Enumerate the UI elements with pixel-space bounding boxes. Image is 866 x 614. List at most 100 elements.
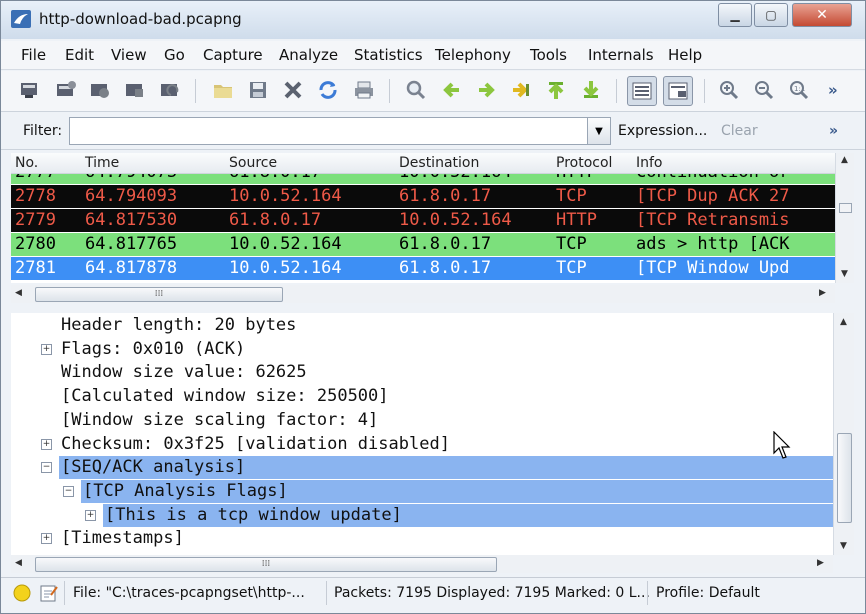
expand-icon[interactable]: + — [85, 509, 96, 521]
filter-overflow-icon[interactable]: » — [829, 123, 838, 139]
menu-edit[interactable]: Edit — [65, 46, 94, 64]
tree-item[interactable]: + Flags: 0x010 (ACK) — [11, 338, 833, 361]
minimize-button[interactable]: ▁ — [718, 3, 752, 27]
tree-item[interactable]: + Checksum: 0x3f25 [validation disabled] — [11, 433, 833, 456]
interface-list-icon[interactable] — [19, 79, 41, 101]
cell-info: [TCP Retransmis — [636, 210, 790, 230]
tree-item[interactable]: + [This is a tcp window update] — [11, 503, 833, 527]
menu-telephony[interactable]: Telephony — [435, 46, 511, 64]
maximize-button[interactable]: ▢ — [754, 3, 788, 27]
expand-icon[interactable]: + — [41, 533, 52, 545]
column-header-source[interactable]: Source — [229, 153, 277, 173]
status-separator — [647, 581, 648, 605]
capture-comment-icon[interactable] — [39, 583, 59, 603]
packet-row[interactable]: 2781 64.817878 10.0.52.164 61.8.0.17 TCP [TCP… — [11, 257, 835, 280]
go-first-packet-icon[interactable] — [545, 79, 567, 101]
reload-icon[interactable] — [317, 79, 339, 101]
collapse-icon[interactable]: − — [41, 462, 52, 474]
menu-analyze[interactable]: Analyze — [279, 46, 338, 64]
print-icon[interactable] — [353, 79, 375, 101]
maximize-icon: ▢ — [765, 8, 777, 22]
hscroll-thumb[interactable]: ⁞⁞⁞ — [35, 557, 497, 572]
packet-row[interactable]: 2780 64.817765 10.0.52.164 61.8.0.17 TCP ads … — [11, 233, 835, 256]
expand-icon[interactable]: + — [41, 438, 52, 450]
go-forward-icon[interactable] — [475, 79, 497, 101]
zoom-in-icon[interactable] — [718, 79, 740, 101]
column-header-destination[interactable]: Destination — [399, 153, 479, 173]
tree-item-label: Window size value: 62625 — [61, 362, 307, 383]
cell-destination: 10.0.52.164 — [399, 210, 512, 230]
go-last-packet-icon[interactable] — [580, 79, 602, 101]
menu-view[interactable]: View — [111, 46, 147, 64]
column-header-no[interactable]: No. — [15, 153, 38, 173]
scroll-down-icon[interactable]: ▼ — [841, 269, 848, 279]
tree-item[interactable]: − [TCP Analysis Flags] — [11, 479, 833, 503]
zoom-normal-icon[interactable]: 1:1 — [788, 79, 810, 101]
chevron-down-icon: ▼ — [595, 125, 603, 137]
tree-item[interactable]: + [Timestamps] — [11, 527, 833, 550]
expert-info-icon[interactable] — [13, 584, 31, 602]
menu-go[interactable]: Go — [164, 46, 185, 64]
filter-input[interactable] — [69, 117, 589, 145]
menu-help[interactable]: Help — [668, 46, 702, 64]
scroll-up-icon[interactable]: ▲ — [841, 155, 848, 165]
expand-icon[interactable]: + — [41, 343, 52, 355]
column-header-protocol[interactable]: Protocol — [556, 153, 612, 173]
close-button[interactable]: ✕ — [792, 3, 852, 27]
scroll-left-icon[interactable]: ◀ — [15, 558, 22, 568]
status-separator — [326, 581, 327, 605]
scroll-right-icon[interactable]: ▶ — [819, 288, 826, 298]
start-capture-icon[interactable] — [89, 79, 111, 101]
save-file-icon[interactable] — [247, 79, 269, 101]
status-profile[interactable]: Profile: Default — [656, 585, 760, 601]
details-hscrollbar[interactable]: ◀ ⁞⁞⁞ ▶ — [11, 555, 833, 573]
cell-protocol: HTTP — [556, 210, 597, 230]
auto-scroll-toggle[interactable] — [663, 76, 693, 106]
hscroll-thumb[interactable]: ⁞⁞⁞ — [35, 287, 283, 302]
filter-dropdown-button[interactable]: ▼ — [587, 117, 611, 145]
menu-file[interactable]: File — [21, 46, 46, 64]
menu-statistics[interactable]: Statistics — [354, 46, 423, 64]
packet-row[interactable]: 2778 64.794093 10.0.52.164 61.8.0.17 TCP [TCP… — [11, 185, 835, 208]
packet-list-vscrollbar[interactable]: ▲ ▼ — [835, 153, 854, 283]
status-file: File: "C:\traces-pcapngset\http-... — [73, 585, 305, 601]
open-file-icon[interactable] — [212, 79, 234, 101]
vscroll-thumb[interactable] — [837, 433, 852, 523]
packet-list-hscrollbar[interactable]: ◀ ⁞⁞⁞ ▶ — [11, 285, 835, 303]
menu-capture[interactable]: Capture — [203, 46, 263, 64]
scroll-left-icon[interactable]: ◀ — [15, 288, 22, 298]
scroll-up-icon[interactable]: ▲ — [840, 317, 847, 327]
collapse-icon[interactable]: − — [63, 485, 74, 497]
colorize-toggle[interactable] — [627, 76, 657, 106]
column-header-time[interactable]: Time — [85, 153, 119, 173]
stop-capture-icon[interactable] — [124, 79, 146, 101]
vscroll-thumb[interactable] — [839, 203, 852, 213]
cell-destination: 61.8.0.17 — [399, 186, 492, 206]
filter-bar: Filter: ▼ Expression... Clear » — [1, 113, 865, 150]
find-packet-icon[interactable] — [405, 79, 427, 101]
go-to-packet-icon[interactable] — [510, 79, 532, 101]
details-vscrollbar[interactable]: ▲ ▼ — [833, 313, 854, 555]
scroll-down-icon[interactable]: ▼ — [840, 541, 847, 551]
auto-scroll-icon — [668, 82, 688, 100]
scroll-right-icon[interactable]: ▶ — [817, 558, 824, 568]
menu-internals[interactable]: Internals — [588, 46, 654, 64]
menu-tools[interactable]: Tools — [530, 46, 567, 64]
go-back-icon[interactable] — [441, 79, 463, 101]
zoom-out-icon[interactable] — [753, 79, 775, 101]
expression-button[interactable]: Expression... — [618, 123, 707, 139]
tree-item[interactable]: [Calculated window size: 250500] — [11, 385, 833, 408]
tree-item[interactable]: Window size value: 62625 — [11, 361, 833, 384]
packet-row[interactable]: 2779 64.817530 61.8.0.17 10.0.52.164 HTTP [TC… — [11, 209, 835, 232]
toolbar-separator — [389, 79, 390, 103]
tree-item[interactable]: [Window size scaling factor: 4] — [11, 409, 833, 432]
column-header-info[interactable]: Info — [636, 153, 663, 173]
clear-button[interactable]: Clear — [721, 123, 758, 139]
capture-options-icon[interactable] — [55, 79, 77, 101]
restart-capture-icon[interactable] — [159, 79, 181, 101]
tree-item[interactable]: Header length: 20 bytes — [11, 314, 833, 337]
close-file-icon[interactable] — [282, 79, 304, 101]
tree-item[interactable]: − [SEQ/ACK analysis] — [11, 456, 833, 480]
toolbar-separator — [704, 79, 705, 103]
toolbar-overflow-icon[interactable]: » — [828, 81, 838, 99]
